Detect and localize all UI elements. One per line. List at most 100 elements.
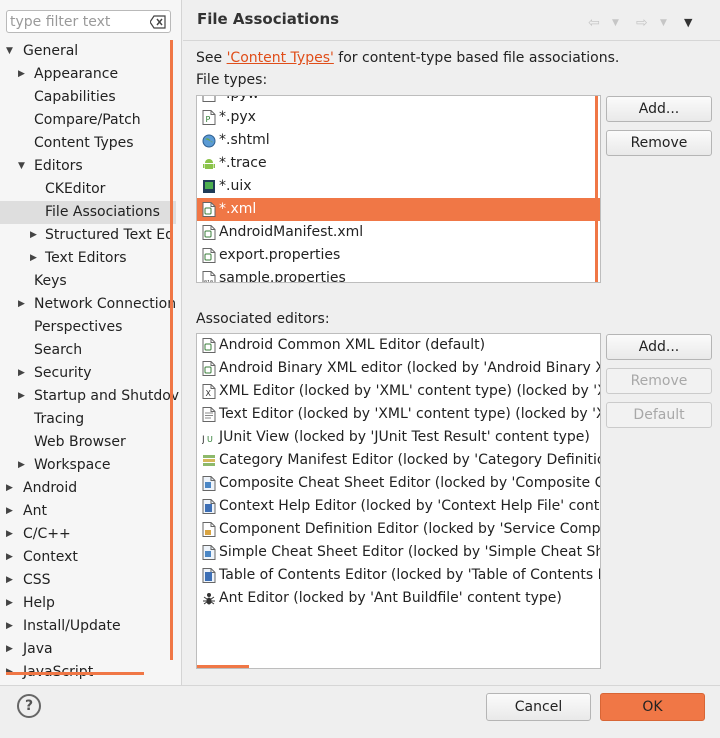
associated-editors-list[interactable]: Android Common XML Editor (default) Andro… — [196, 333, 601, 669]
tree-item-web-browser[interactable]: Web Browser — [0, 431, 176, 454]
tree-item-text-editors[interactable]: ▶ Text Editors — [0, 247, 176, 270]
tree-item-general[interactable]: ▼ General — [0, 40, 176, 63]
file-types-scrollbar[interactable] — [595, 96, 598, 282]
back-arrow-icon[interactable]: ⇦ — [588, 14, 600, 32]
tree-item-network-connection[interactable]: ▶ Network Connection — [0, 293, 176, 316]
back-dropdown-icon[interactable]: ▼ — [612, 14, 619, 32]
content-types-link[interactable]: 'Content Types' — [227, 50, 334, 66]
editor-row[interactable]: Component Definition Editor (locked by '… — [197, 518, 600, 541]
collapsed-arrow-icon[interactable]: ▶ — [6, 592, 16, 615]
tree-item-context[interactable]: ▶ Context — [0, 546, 176, 569]
expanded-arrow-icon[interactable]: ▼ — [6, 40, 16, 63]
forward-dropdown-icon[interactable]: ▼ — [660, 14, 667, 32]
editor-row[interactable]: X XML Editor (locked by 'XML' content typ… — [197, 380, 600, 403]
android-icon — [202, 156, 216, 171]
file-type-row[interactable]: *.trace — [197, 152, 600, 175]
tree-item-install-update[interactable]: ▶ Install/Update — [0, 615, 176, 638]
tree-item-css[interactable]: ▶ CSS — [0, 569, 176, 592]
editor-row[interactable]: Table of Contents Editor (locked by 'Tab… — [197, 564, 600, 587]
collapsed-arrow-icon[interactable]: ▶ — [6, 615, 16, 638]
editor-row[interactable]: Android Common XML Editor (default) — [197, 334, 600, 357]
collapsed-arrow-icon[interactable]: ▶ — [6, 546, 16, 569]
editor-row[interactable]: Composite Cheat Sheet Editor (locked by … — [197, 472, 600, 495]
file-type-row[interactable]: *.uix — [197, 175, 600, 198]
file-type-row[interactable]: *.pyw — [197, 96, 600, 106]
view-menu-icon[interactable]: ▼ — [684, 14, 692, 32]
xml-file-icon — [202, 338, 216, 353]
binary-file-icon: 010 — [202, 271, 216, 282]
tree-item-security[interactable]: ▶ Security — [0, 362, 176, 385]
forward-arrow-icon[interactable]: ⇨ — [636, 14, 648, 32]
tree-item-perspectives[interactable]: Perspectives — [0, 316, 176, 339]
tree-item-label: Appearance — [34, 66, 119, 82]
file-type-add-button[interactable]: Add... — [606, 96, 712, 122]
collapsed-arrow-icon[interactable]: ▶ — [18, 362, 28, 385]
file-type-row[interactable]: export.properties — [197, 244, 600, 267]
tree-item-ckeditor[interactable]: CKEditor — [0, 178, 176, 201]
collapsed-arrow-icon[interactable]: ▶ — [6, 569, 16, 592]
tree-item-search[interactable]: Search — [0, 339, 176, 362]
editor-default-button[interactable]: Default — [606, 402, 712, 428]
tree-item-workspace[interactable]: ▶ Workspace — [0, 454, 176, 477]
collapsed-arrow-icon[interactable]: ▶ — [18, 63, 28, 86]
file-types-list[interactable]: *.pyw P *.pyx *.shtml *.trace *.uix *.xml Andro… — [196, 95, 601, 283]
collapsed-arrow-icon[interactable]: ▶ — [6, 500, 16, 523]
file-type-remove-button[interactable]: Remove — [606, 130, 712, 156]
filter-field[interactable] — [6, 10, 171, 33]
editor-row-label: Android Common XML Editor (default) — [219, 337, 486, 353]
cheatsheet-icon — [202, 476, 216, 491]
tree-item-ant[interactable]: ▶ Ant — [0, 500, 176, 523]
tree-item-keys[interactable]: Keys — [0, 270, 176, 293]
tree-item-android[interactable]: ▶ Android — [0, 477, 176, 500]
editor-row[interactable]: Text Editor (locked by 'XML' content typ… — [197, 403, 600, 426]
editor-row[interactable]: J U JUnit View (locked by 'JUnit Test Resu… — [197, 426, 600, 449]
file-type-row[interactable]: P *.pyx — [197, 106, 600, 129]
tree-item-java[interactable]: ▶ Java — [0, 638, 176, 661]
tree-item-tracing[interactable]: Tracing — [0, 408, 176, 431]
file-type-row[interactable]: *.shtml — [197, 129, 600, 152]
file-type-row[interactable]: AndroidManifest.xml — [197, 221, 600, 244]
filter-input[interactable] — [10, 12, 148, 31]
tree-item-content-types[interactable]: Content Types — [0, 132, 176, 155]
collapsed-arrow-icon[interactable]: ▶ — [6, 477, 16, 500]
collapsed-arrow-icon[interactable]: ▶ — [30, 224, 40, 247]
collapsed-arrow-icon[interactable]: ▶ — [18, 385, 28, 408]
svg-text:X: X — [206, 389, 212, 398]
tree-vertical-scrollbar[interactable] — [170, 40, 173, 660]
clear-filter-icon[interactable] — [149, 15, 166, 29]
uix-icon — [202, 179, 216, 194]
help-icon[interactable]: ? — [17, 694, 41, 718]
tree-item-startup-and-shutdov[interactable]: ▶ Startup and Shutdov — [0, 385, 179, 408]
editor-add-button[interactable]: Add... — [606, 334, 712, 360]
editor-row[interactable]: Android Binary XML editor (locked by 'An… — [197, 357, 600, 380]
tree-item-help[interactable]: ▶ Help — [0, 592, 176, 615]
editor-row[interactable]: Category Manifest Editor (locked by 'Cat… — [197, 449, 600, 472]
editors-horizontal-scrollbar[interactable] — [197, 665, 249, 668]
tree-item-c-c-[interactable]: ▶ C/C++ — [0, 523, 176, 546]
expanded-arrow-icon[interactable]: ▼ — [18, 155, 28, 178]
tree-item-label: Android — [23, 480, 78, 496]
tree-item-editors[interactable]: ▼ Editors — [0, 155, 176, 178]
file-type-row-label: *.xml — [219, 201, 257, 217]
collapsed-arrow-icon[interactable]: ▶ — [6, 523, 16, 546]
tree-item-compare-patch[interactable]: Compare/Patch — [0, 109, 176, 132]
cancel-button[interactable]: Cancel — [486, 693, 591, 721]
tree-horizontal-scrollbar[interactable] — [6, 672, 144, 675]
file-type-row[interactable]: 010 sample.properties — [197, 267, 600, 282]
editor-remove-button[interactable]: Remove — [606, 368, 712, 394]
editor-row[interactable]: Ant Editor (locked by 'Ant Buildfile' co… — [197, 587, 600, 610]
file-type-row[interactable]: *.xml — [197, 198, 600, 221]
collapsed-arrow-icon[interactable]: ▶ — [18, 454, 28, 477]
collapsed-arrow-icon[interactable]: ▶ — [6, 638, 16, 661]
editor-row[interactable]: Simple Cheat Sheet Editor (locked by 'Si… — [197, 541, 600, 564]
tree-item-appearance[interactable]: ▶ Appearance — [0, 63, 176, 86]
tree-item-file-associations[interactable]: File Associations — [0, 201, 176, 224]
collapsed-arrow-icon[interactable]: ▶ — [30, 247, 40, 270]
collapsed-arrow-icon[interactable]: ▶ — [18, 293, 28, 316]
tree-item-structured-text-ed[interactable]: ▶ Structured Text Ed — [0, 224, 176, 247]
ok-button[interactable]: OK — [600, 693, 705, 721]
tree-item-label: Network Connection — [34, 296, 177, 312]
editor-row[interactable]: Context Help Editor (locked by 'Context … — [197, 495, 600, 518]
tree-item-capabilities[interactable]: Capabilities — [0, 86, 176, 109]
history-navigation: ⇦ ▼ ⇨ ▼ ▼ — [586, 14, 710, 32]
